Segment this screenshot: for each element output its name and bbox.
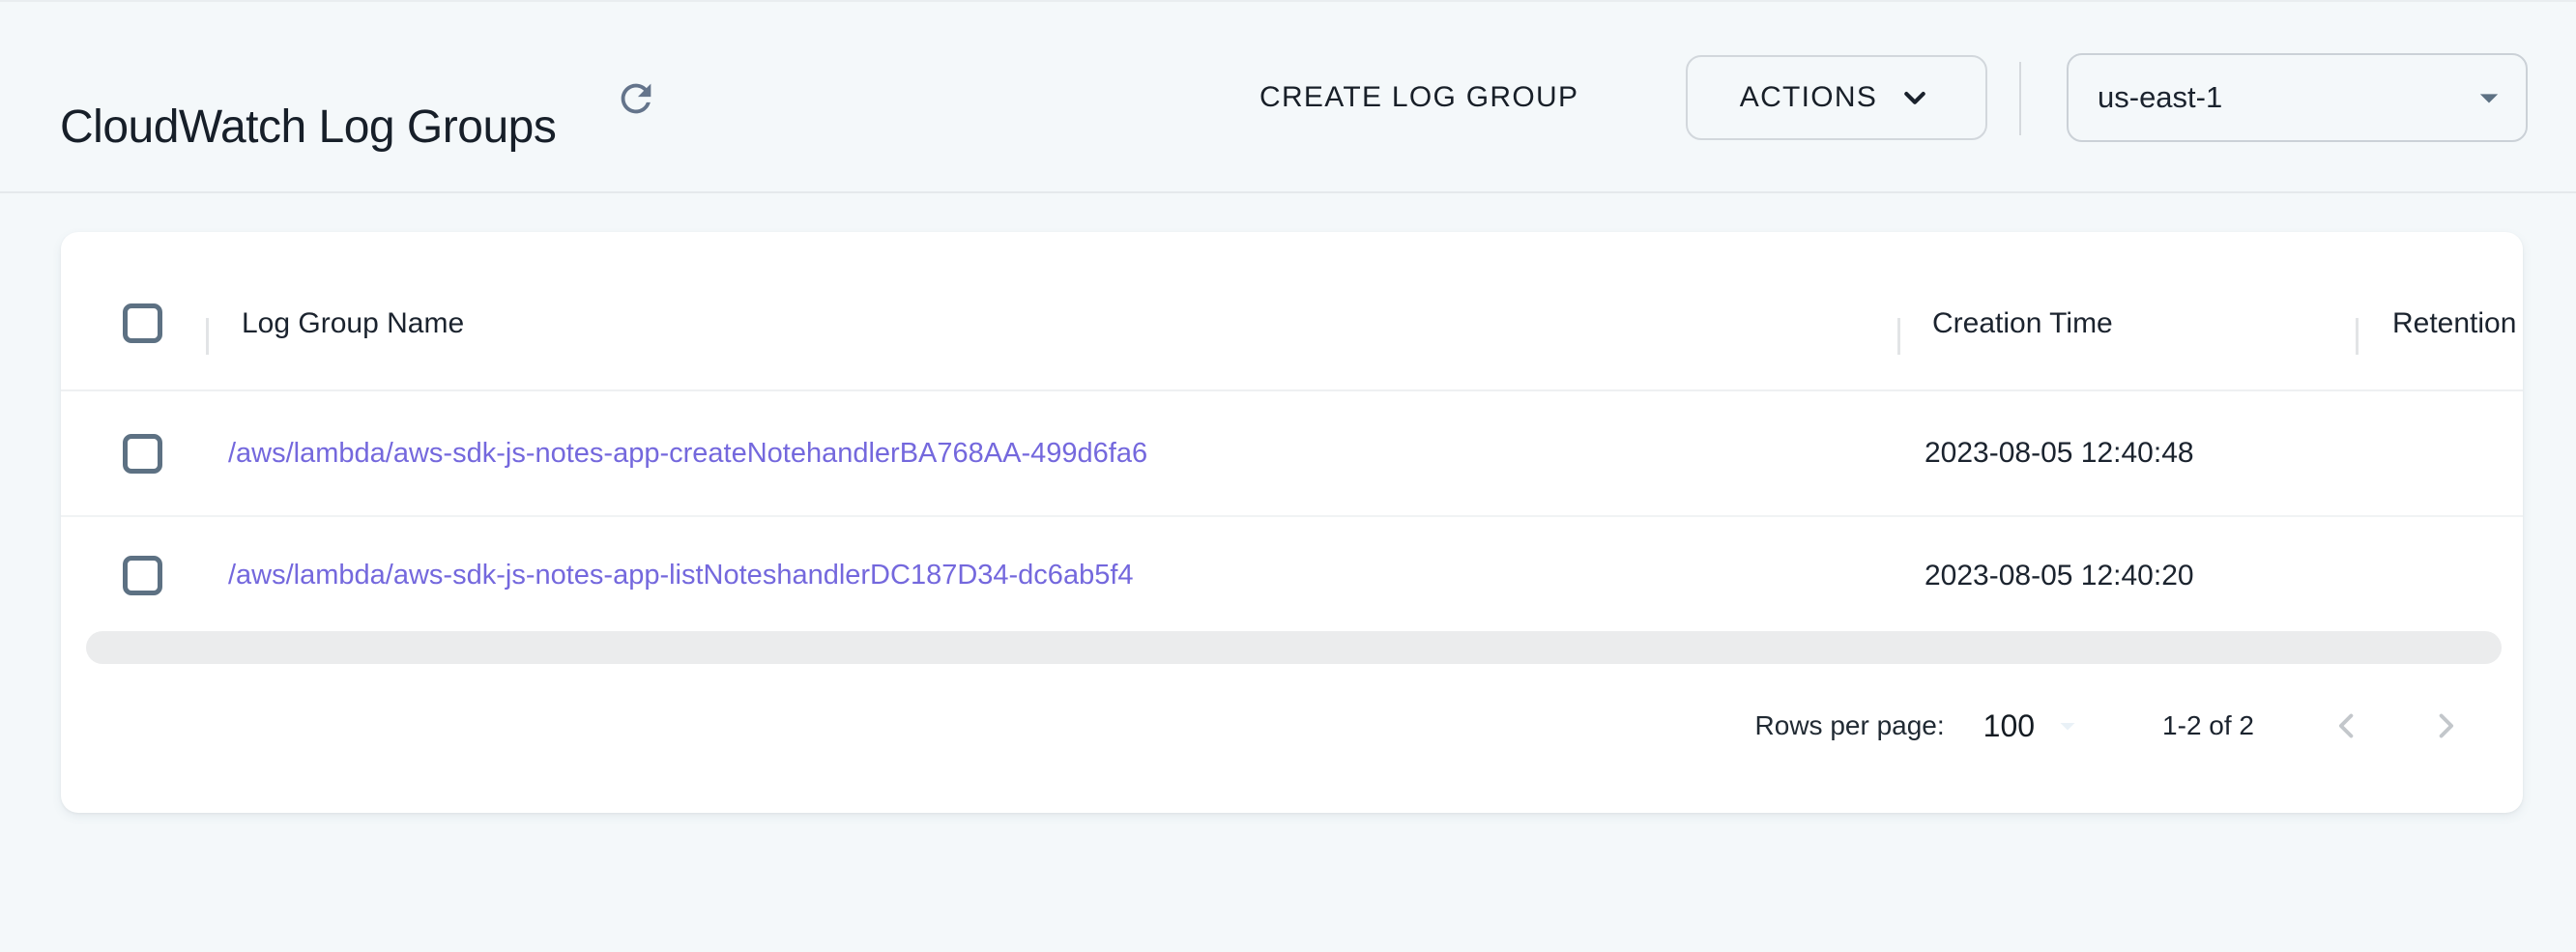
column-header-creation-time[interactable]: Creation Time xyxy=(1897,307,2356,340)
chevron-right-icon xyxy=(2425,706,2466,746)
column-divider xyxy=(206,318,209,355)
header-divider xyxy=(2019,62,2021,135)
rows-per-page-label: Rows per page: xyxy=(1755,710,1945,741)
actions-button[interactable]: ACTIONS xyxy=(1686,55,1987,140)
chevron-left-icon xyxy=(2327,706,2367,746)
column-header-retention[interactable]: Retention xyxy=(2356,307,2523,340)
actions-button-label: ACTIONS xyxy=(1740,81,1877,114)
pagination-bar: Rows per page: 100 1-2 of 2 xyxy=(1755,702,2469,750)
next-page-button[interactable] xyxy=(2422,703,2469,749)
region-select-value: us-east-1 xyxy=(2098,80,2222,115)
arrow-dropdown-icon xyxy=(2468,76,2510,119)
page-header: CloudWatch Log Groups CREATE LOG GROUP A… xyxy=(0,0,2576,193)
column-divider xyxy=(2356,318,2359,355)
refresh-icon xyxy=(614,76,658,121)
column-divider xyxy=(1897,318,1900,355)
create-log-group-button[interactable]: CREATE LOG GROUP xyxy=(1259,73,1578,122)
page-title: CloudWatch Log Groups xyxy=(60,101,556,154)
log-group-link[interactable]: /aws/lambda/aws-sdk-js-notes-app-createN… xyxy=(228,438,1147,469)
page-range-label: 1-2 of 2 xyxy=(2162,710,2254,741)
creation-time-cell: 2023-08-05 12:40:20 xyxy=(1897,560,2356,592)
table-row: /aws/lambda/aws-sdk-js-notes-app-createN… xyxy=(61,391,2523,517)
table-row: /aws/lambda/aws-sdk-js-notes-app-listNot… xyxy=(61,517,2523,626)
region-select[interactable]: us-east-1 xyxy=(2067,53,2528,142)
row-checkbox[interactable] xyxy=(123,556,162,595)
rows-per-page-value: 100 xyxy=(1983,708,2035,744)
creation-time-cell: 2023-08-05 12:40:48 xyxy=(1897,437,2356,470)
log-groups-card: Log Group Name Creation Time Retention /… xyxy=(61,232,2523,813)
rows-per-page-select[interactable]: 100 xyxy=(1983,708,2085,744)
refresh-button[interactable] xyxy=(611,73,661,124)
log-group-link[interactable]: /aws/lambda/aws-sdk-js-notes-app-listNot… xyxy=(228,560,1134,591)
column-header-log-group-name[interactable]: Log Group Name xyxy=(206,307,1897,340)
previous-page-button[interactable] xyxy=(2324,703,2370,749)
row-checkbox[interactable] xyxy=(123,434,162,474)
select-all-checkbox[interactable] xyxy=(123,303,162,343)
arrow-dropdown-icon xyxy=(2050,708,2085,743)
cloudwatch-log-groups-page: { "header": { "title": "CloudWatch Log G… xyxy=(0,0,2576,952)
table-header-row: Log Group Name Creation Time Retention xyxy=(61,232,2523,391)
chevron-down-icon xyxy=(1896,79,1933,116)
horizontal-scrollbar-thumb[interactable] xyxy=(86,631,2502,664)
